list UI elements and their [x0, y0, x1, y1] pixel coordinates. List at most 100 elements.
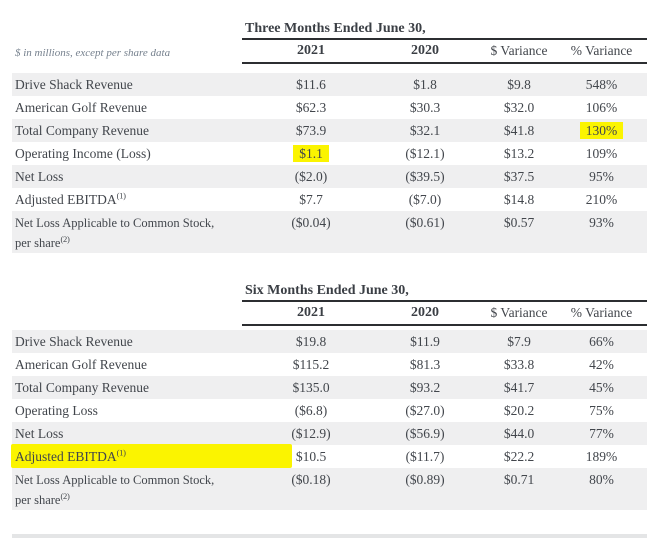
cell-value: $11.9	[410, 334, 440, 349]
column-header-2020: 2020	[411, 43, 439, 58]
row-label: Operating Loss	[15, 403, 98, 418]
cell-value: $11.6	[296, 77, 326, 92]
column-header-2021: 2021	[297, 43, 325, 58]
cell-value: 77%	[589, 426, 614, 441]
cell-value: $14.8	[503, 192, 535, 207]
table-title: Six Months Ended June 30,	[242, 281, 647, 302]
row-label: Net Loss Applicable to Common Stock, per …	[15, 216, 215, 250]
cell-value: $41.8	[503, 123, 535, 138]
row-label: Net Loss	[15, 426, 64, 441]
cell-value: ($27.0)	[405, 403, 445, 418]
row-label: Drive Shack Revenue	[15, 77, 133, 92]
table-row: Net Loss Applicable to Common Stock, per …	[12, 211, 647, 253]
table-head-right: Three Months Ended June 30, 2021 2020 $ …	[242, 19, 647, 64]
column-header-2021: 2021	[297, 305, 325, 320]
table-row: Adjusted EBITDA(1) $7.7 ($7.0) $14.8 210%	[12, 188, 647, 211]
row-label: Adjusted EBITDA(1)	[15, 447, 126, 464]
cell-value: ($2.0)	[294, 169, 328, 184]
table-rows: Drive Shack Revenue $11.6 $1.8 $9.8 548% Amer…	[0, 73, 647, 253]
cell-value: $0.71	[503, 472, 535, 487]
table-row: Total Company Revenue $135.0 $93.2 $41.7 45%	[12, 376, 647, 399]
column-header-2020: 2020	[411, 305, 439, 320]
column-headers: 2021 2020 $ Variance % Variance	[242, 40, 647, 64]
six-months-table: Six Months Ended June 30, 2021 2020 $ Va…	[0, 281, 647, 510]
row-label: Total Company Revenue	[15, 123, 150, 138]
row-label: Total Company Revenue	[15, 380, 150, 395]
financial-results-page: $ in millions, except per share data Thr…	[0, 19, 647, 538]
cell-value: $10.5	[295, 449, 327, 464]
table-head: Six Months Ended June 30, 2021 2020 $ Va…	[0, 281, 647, 326]
cell-value: $73.9	[295, 123, 327, 138]
table-row: Drive Shack Revenue $19.8 $11.9 $7.9 66%	[12, 330, 647, 353]
cell-value: $32.0	[503, 100, 535, 115]
table-head-right: Six Months Ended June 30, 2021 2020 $ Va…	[242, 281, 647, 326]
cell-value: ($0.89)	[405, 472, 445, 487]
table-row: Drive Shack Revenue $11.6 $1.8 $9.8 548%	[12, 73, 647, 96]
cell-value: $1.1	[242, 142, 380, 165]
cell-value: $20.2	[503, 403, 535, 418]
cell-value: 95%	[589, 169, 614, 184]
cell-value: ($0.04)	[291, 215, 331, 230]
cell-value: 106%	[585, 100, 618, 115]
cell-value: 109%	[585, 146, 618, 161]
row-label: Adjusted EBITDA(1)	[15, 190, 126, 207]
cell-value: $13.2	[503, 146, 535, 161]
empty-note-cell	[0, 321, 242, 326]
cell-value: ($12.9)	[291, 426, 331, 441]
table-row: American Golf Revenue $115.2 $81.3 $33.8 42%	[12, 353, 647, 376]
column-header-percent-variance: % Variance	[570, 43, 633, 58]
cell-value: $62.3	[295, 100, 327, 115]
cell-value: 93%	[589, 215, 614, 230]
highlighted-value: 130%	[579, 122, 624, 139]
cell-value: $81.3	[409, 357, 441, 372]
cell-value: 130%	[568, 119, 647, 142]
cell-value: $1.8	[413, 77, 437, 92]
row-label: American Golf Revenue	[15, 357, 147, 372]
cell-value: $41.7	[503, 380, 535, 395]
table-rows: Drive Shack Revenue $19.8 $11.9 $7.9 66% Amer…	[0, 330, 647, 510]
units-note: $ in millions, except per share data	[15, 47, 171, 59]
cell-value: ($12.1)	[405, 146, 445, 161]
cell-value: ($0.18)	[291, 472, 331, 487]
cell-value: ($7.0)	[408, 192, 442, 207]
cell-value: $7.7	[299, 192, 323, 207]
column-header-dollar-variance: $ Variance	[490, 305, 548, 320]
cell-value: 80%	[589, 472, 614, 487]
cell-value: ($0.61)	[405, 215, 445, 230]
cell-value: ($39.5)	[405, 169, 445, 184]
cell-value: $0.57	[503, 215, 535, 230]
cell-value: 210%	[585, 192, 618, 207]
row-label: Net Loss Applicable to Common Stock, per …	[15, 473, 215, 507]
cell-value: $44.0	[503, 426, 535, 441]
row-label: American Golf Revenue	[15, 100, 147, 115]
cell-value: ($56.9)	[405, 426, 445, 441]
cell-value: 45%	[589, 380, 614, 395]
cell-value: $9.8	[507, 77, 531, 92]
cell-value: $30.3	[409, 100, 441, 115]
column-header-percent-variance: % Variance	[570, 305, 633, 320]
cell-value: $33.8	[503, 357, 535, 372]
table-head: $ in millions, except per share data Thr…	[0, 19, 647, 64]
cell-value: $7.9	[507, 334, 531, 349]
highlighted-value: $1.1	[293, 145, 329, 162]
cell-value: ($6.8)	[294, 403, 328, 418]
bottom-divider	[12, 534, 647, 538]
cell-value: 189%	[585, 449, 618, 464]
table-row: American Golf Revenue $62.3 $30.3 $32.0 106%	[12, 96, 647, 119]
table-row: Operating Loss ($6.8) ($27.0) $20.2 75%	[12, 399, 647, 422]
cell-value: $22.2	[503, 449, 535, 464]
cell-value: ($11.7)	[405, 449, 445, 464]
row-label: Operating Income (Loss)	[15, 146, 151, 161]
column-headers: 2021 2020 $ Variance % Variance	[242, 302, 647, 326]
cell-value: 548%	[585, 77, 618, 92]
cell-value: 42%	[589, 357, 614, 372]
column-header-dollar-variance: $ Variance	[490, 43, 548, 58]
cell-value: $19.8	[295, 334, 327, 349]
table-row: Net Loss ($12.9) ($56.9) $44.0 77%	[12, 422, 647, 445]
table-title: Three Months Ended June 30,	[242, 19, 647, 40]
table-row: Net Loss ($2.0) ($39.5) $37.5 95%	[12, 165, 647, 188]
table-row: Operating Income (Loss) $1.1 ($12.1) $13.2 1…	[12, 142, 647, 165]
cell-value: 75%	[589, 403, 614, 418]
cell-value: $135.0	[292, 380, 330, 395]
three-months-table: $ in millions, except per share data Thr…	[0, 19, 647, 253]
